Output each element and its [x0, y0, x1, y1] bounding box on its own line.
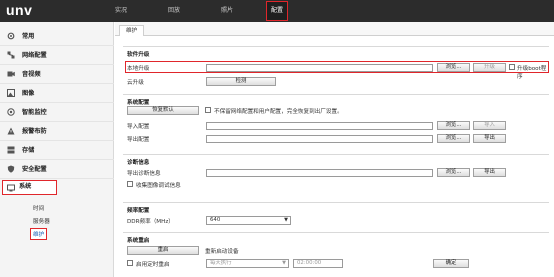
smart-monitor-icon	[7, 108, 15, 116]
upgrade-file-field[interactable]	[206, 64, 433, 72]
sidebar-item-label: 系统	[19, 183, 32, 190]
sidebar-item-smart[interactable]: 智能监控	[0, 103, 114, 122]
ddr-frequency-label: DDR频率（MHz）	[127, 219, 174, 225]
boot-upgrade-label: 升级boot程序	[517, 66, 547, 80]
image-icon	[7, 89, 15, 97]
restore-default-button[interactable]: 恢复默认	[127, 106, 199, 115]
sidebar-item-label: 网络配置	[22, 52, 47, 59]
brand-logo: unv	[6, 2, 33, 18]
main-content: 维护 软件升级 本地升级 浏览... 升级 升级boot程序 云升级 检测 系统…	[115, 22, 554, 277]
gear-icon	[7, 32, 15, 40]
ddr-frequency-select[interactable]: 640 ▼	[206, 216, 291, 225]
sidebar-item-image[interactable]: 图像	[0, 84, 114, 103]
section-sysconfig: 系统配置 恢复默认 不保留网络配置和用户配置，完全恢复到出厂设置。 导入配置 浏…	[123, 94, 549, 146]
storage-icon	[7, 146, 15, 154]
section-title: 系统配置	[127, 100, 150, 106]
section-freq: 频率配置 DDR频率（MHz） 640 ▼	[123, 202, 549, 228]
ddr-frequency-value: 640	[210, 217, 221, 223]
tab-bar: 维护	[115, 22, 554, 36]
sidebar-item-network[interactable]: 网络配置	[0, 46, 114, 65]
tab-maintenance[interactable]: 维护	[119, 25, 145, 36]
network-icon	[7, 51, 15, 59]
export-file-field[interactable]	[206, 135, 433, 143]
browse-button[interactable]: 浏览...	[437, 121, 470, 130]
export-button[interactable]: 导出	[473, 134, 506, 143]
detect-button[interactable]: 检测	[206, 77, 276, 86]
boot-upgrade-checkbox[interactable]	[509, 64, 515, 70]
section-diag: 诊断信息 导出诊断信息 浏览... 导出 收集图像调试信息	[123, 154, 549, 192]
local-upgrade-label: 本地升级	[127, 66, 150, 72]
section-reboot: 系统重启 重启 重新启动设备 启用定时重启 每天执行 ▼ 02:00:00 确定	[123, 232, 549, 277]
top-bar: unv 实况 回放 照片 配置	[0, 0, 554, 22]
sidebar-subitem-time[interactable]: 时间	[33, 204, 44, 212]
sidebar-item-storage[interactable]: 存储	[0, 141, 114, 160]
sidebar-item-security[interactable]: 安全配置	[0, 160, 114, 179]
video-icon	[7, 71, 15, 77]
section-title: 诊断信息	[127, 160, 150, 166]
chevron-down-icon: ▼	[284, 217, 288, 223]
timed-reboot-checkbox[interactable]	[127, 260, 133, 266]
cloud-upgrade-label: 云升级	[127, 80, 144, 86]
sidebar-item-label: 报警布防	[22, 128, 47, 135]
section-title: 系统重启	[127, 238, 150, 244]
collect-debug-checkbox[interactable]	[127, 181, 133, 187]
sidebar-item-alarm[interactable]: 报警布防	[0, 122, 114, 141]
import-button[interactable]: 导入	[473, 121, 506, 130]
sidebar-item-audio-video[interactable]: 音视频	[0, 65, 114, 84]
reboot-schedule-value: 每天执行	[210, 260, 232, 266]
shield-icon	[7, 165, 15, 173]
section-upgrade: 软件升级 本地升级 浏览... 升级 升级boot程序 云升级 检测	[123, 46, 549, 86]
full-reset-checkbox[interactable]	[205, 107, 211, 113]
browse-button[interactable]: 浏览...	[437, 63, 470, 72]
reboot-button[interactable]: 重启	[127, 246, 199, 255]
diag-file-field[interactable]	[206, 169, 433, 177]
full-reset-label: 不保留网络配置和用户配置，完全恢复到出厂设置。	[214, 109, 343, 115]
collect-debug-label: 收集图像调试信息	[136, 183, 181, 189]
alarm-icon	[7, 127, 15, 135]
sidebar-item-common[interactable]: 常用	[0, 27, 114, 46]
section-title: 频率配置	[127, 208, 150, 214]
nav-config[interactable]: 配置	[266, 1, 289, 21]
nav-live[interactable]: 实况	[115, 0, 127, 22]
sidebar: 常用 网络配置 音视频 图像 智能监控 报警布防 存储 安全配置 系统 时间 服…	[0, 22, 114, 277]
sidebar-item-label: 智能监控	[22, 109, 47, 116]
sidebar-item-label: 图像	[22, 90, 35, 97]
upgrade-button[interactable]: 升级	[473, 63, 506, 72]
import-file-field[interactable]	[206, 122, 433, 130]
confirm-button[interactable]: 确定	[433, 259, 469, 268]
sidebar-item-label: 常用	[22, 33, 35, 40]
nav-photo[interactable]: 照片	[221, 0, 233, 22]
browse-button[interactable]: 浏览...	[437, 168, 470, 177]
sidebar-item-system[interactable]: 系统	[2, 180, 57, 195]
browse-button[interactable]: 浏览...	[437, 134, 470, 143]
reboot-time-field[interactable]: 02:00:00	[293, 259, 343, 268]
chevron-down-icon: ▼	[282, 260, 286, 266]
system-icon	[7, 184, 15, 192]
export-diag-label: 导出诊断信息	[127, 171, 161, 177]
sidebar-subitem-maintenance[interactable]: 维护	[30, 228, 48, 240]
export-diag-button[interactable]: 导出	[473, 168, 506, 177]
reboot-time-value: 02:00:00	[297, 260, 322, 266]
sidebar-subitem-server[interactable]: 服务器	[33, 217, 50, 225]
nav-playback[interactable]: 回放	[168, 0, 180, 22]
timed-reboot-label: 启用定时重启	[136, 262, 170, 268]
sidebar-item-label: 存储	[22, 147, 35, 154]
sidebar-item-label: 音视频	[22, 71, 41, 78]
import-config-label: 导入配置	[127, 124, 150, 130]
sidebar-item-label: 安全配置	[22, 166, 47, 173]
section-title: 软件升级	[127, 52, 150, 58]
export-config-label: 导出配置	[127, 137, 150, 143]
reboot-hint: 重新启动设备	[205, 249, 239, 255]
reboot-schedule-select[interactable]: 每天执行 ▼	[206, 259, 289, 268]
